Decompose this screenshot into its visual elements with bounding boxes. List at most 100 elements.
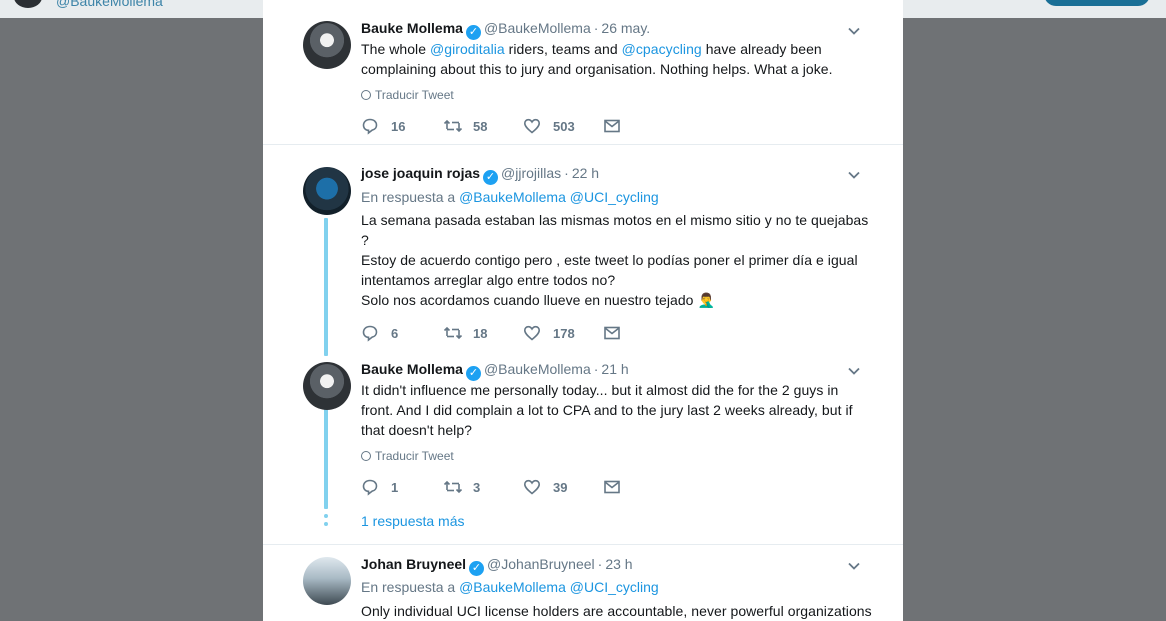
timestamp[interactable]: 21 h	[601, 361, 628, 377]
translate-label: Traducir Tweet	[375, 449, 454, 463]
tweet-actions: 6 18 178	[361, 323, 661, 343]
envelope-icon	[604, 326, 620, 340]
thread-line	[324, 218, 328, 356]
text-line: ?	[361, 232, 369, 248]
user-name[interactable]: Bauke Mollema	[361, 361, 463, 377]
reply-icon	[362, 479, 378, 496]
translate-tweet-link[interactable]: Traducir Tweet	[361, 449, 454, 463]
profile-avatar	[14, 0, 42, 8]
text-line: intentamos arreglar algo entre todos no?	[361, 272, 616, 288]
dot-separator: ·	[564, 165, 569, 181]
mention-link[interactable]: @UCI_cycling	[570, 189, 659, 205]
profile-handle: @BaukeMollema	[56, 0, 163, 9]
verified-icon: ✓	[465, 25, 481, 40]
tweet-text: It didn't influence me personally today.…	[361, 380, 871, 440]
conversation-group: jose joaquin rojas ✓ @jjrojillas · 22 h En r…	[263, 144, 903, 545]
envelope-icon	[604, 119, 620, 133]
text-line: Solo nos acordamos cuando llueve en nues…	[361, 292, 694, 308]
reply-context: En respuesta a @BaukeMollema @UCI_cyclin…	[361, 189, 659, 205]
reply-icon	[362, 325, 378, 342]
retweet-icon	[443, 119, 463, 133]
tweet-actions: 1 3 39	[361, 477, 661, 497]
reply-prefix: En respuesta a	[361, 579, 456, 595]
timestamp[interactable]: 22 h	[572, 165, 599, 181]
facepalm-emoji-icon: 🤦‍♂️	[697, 292, 715, 308]
tweet-thread-modal: Bauke Mollema ✓ @BaukeMollema · 26 may. The …	[263, 0, 903, 621]
text-line: that doesn't help?	[361, 422, 472, 438]
timestamp[interactable]: 26 may.	[601, 20, 650, 36]
retweet-icon	[443, 480, 463, 494]
tweet-header: jose joaquin rojas ✓ @jjrojillas · 22 h	[361, 165, 599, 185]
translate-tweet-link[interactable]: Traducir Tweet	[361, 88, 454, 102]
retweet-count: 18	[473, 326, 488, 341]
chevron-down-icon[interactable]	[847, 24, 861, 38]
retweet-count: 58	[473, 119, 488, 134]
avatar[interactable]	[303, 21, 351, 69]
reply-prefix: En respuesta a	[361, 189, 456, 205]
mention-link[interactable]: @BaukeMollema	[459, 189, 566, 205]
tweet-header: Johan Bruyneel ✓ @JohanBruyneel · 23 h	[361, 556, 633, 576]
timestamp[interactable]: 23 h	[605, 556, 632, 572]
conversation-group: Johan Bruyneel ✓ @JohanBruyneel · 23 h En re…	[263, 544, 903, 621]
user-handle[interactable]: @jjrojillas	[501, 165, 561, 181]
user-handle[interactable]: @BaukeMollema	[484, 20, 591, 36]
chevron-down-icon[interactable]	[847, 559, 861, 573]
envelope-icon	[604, 480, 620, 494]
mention-link[interactable]: @giroditalia	[430, 41, 505, 57]
reply-count: 6	[391, 326, 399, 341]
tweet-actions: 16 58 503	[361, 116, 661, 136]
avatar[interactable]	[303, 557, 351, 605]
text-line: front. And I did complain a lot to CPA a…	[361, 402, 853, 418]
text-segment: riders, teams and	[504, 41, 622, 57]
tweet-text: Only individual UCI license holders are …	[361, 601, 872, 621]
dot-separator: ·	[597, 556, 603, 572]
globe-icon	[361, 90, 371, 100]
avatar[interactable]	[303, 362, 351, 410]
globe-icon	[361, 451, 371, 461]
like-count: 503	[553, 119, 575, 134]
retweet-icon	[443, 326, 463, 340]
heart-icon	[523, 325, 541, 341]
like-count: 39	[553, 480, 568, 495]
user-handle[interactable]: @BaukeMollema	[484, 361, 591, 377]
user-name[interactable]: Johan Bruyneel	[361, 556, 466, 572]
dot-separator: ·	[593, 20, 599, 36]
follow-button[interactable]	[1044, 0, 1150, 6]
mention-link[interactable]: @cpacycling	[622, 41, 702, 57]
avatar[interactable]	[303, 167, 351, 215]
user-handle[interactable]: @JohanBruyneel	[487, 556, 595, 572]
chevron-down-icon[interactable]	[847, 168, 861, 182]
verified-icon: ✓	[469, 561, 485, 576]
text-line: La semana pasada estaban las mismas moto…	[361, 212, 869, 228]
verified-icon: ✓	[483, 170, 499, 185]
text-line: Only individual UCI license holders are …	[361, 603, 872, 619]
user-name[interactable]: jose joaquin rojas	[361, 165, 480, 181]
retweet-count: 3	[473, 480, 481, 495]
text-segment: The whole	[361, 41, 430, 57]
tweet-text: The whole @giroditalia riders, teams and…	[361, 39, 871, 79]
verified-icon: ✓	[465, 366, 481, 381]
text-line: It didn't influence me personally today.…	[361, 382, 839, 398]
chevron-down-icon[interactable]	[847, 364, 861, 378]
heart-icon	[523, 479, 541, 495]
heart-icon	[523, 118, 541, 134]
translate-label: Traducir Tweet	[375, 88, 454, 102]
thread-dots	[324, 514, 328, 530]
text-line: complaining about this to jury and organ…	[361, 61, 833, 77]
mention-link[interactable]: @UCI_cycling	[570, 579, 659, 595]
reply-count: 1	[391, 480, 399, 495]
like-count: 178	[553, 326, 575, 341]
text-segment: have already been	[701, 41, 822, 57]
reply-context: En respuesta a @BaukeMollema @UCI_cyclin…	[361, 579, 659, 595]
tweet-header: Bauke Mollema ✓ @BaukeMollema · 21 h	[361, 361, 629, 381]
tweet-header: Bauke Mollema ✓ @BaukeMollema · 26 may.	[361, 20, 650, 40]
user-name[interactable]: Bauke Mollema	[361, 20, 463, 36]
tweet-ancestor[interactable]: Bauke Mollema ✓ @BaukeMollema · 26 may. The …	[263, 0, 903, 144]
mention-link[interactable]: @BaukeMollema	[459, 579, 566, 595]
thread-line	[324, 409, 328, 509]
show-more-replies-link[interactable]: 1 respuesta más	[361, 513, 465, 529]
dot-separator: ·	[593, 361, 599, 377]
text-line: Estoy de acuerdo contigo pero , este twe…	[361, 252, 858, 268]
reply-count: 16	[391, 119, 406, 134]
reply-icon	[362, 118, 378, 135]
